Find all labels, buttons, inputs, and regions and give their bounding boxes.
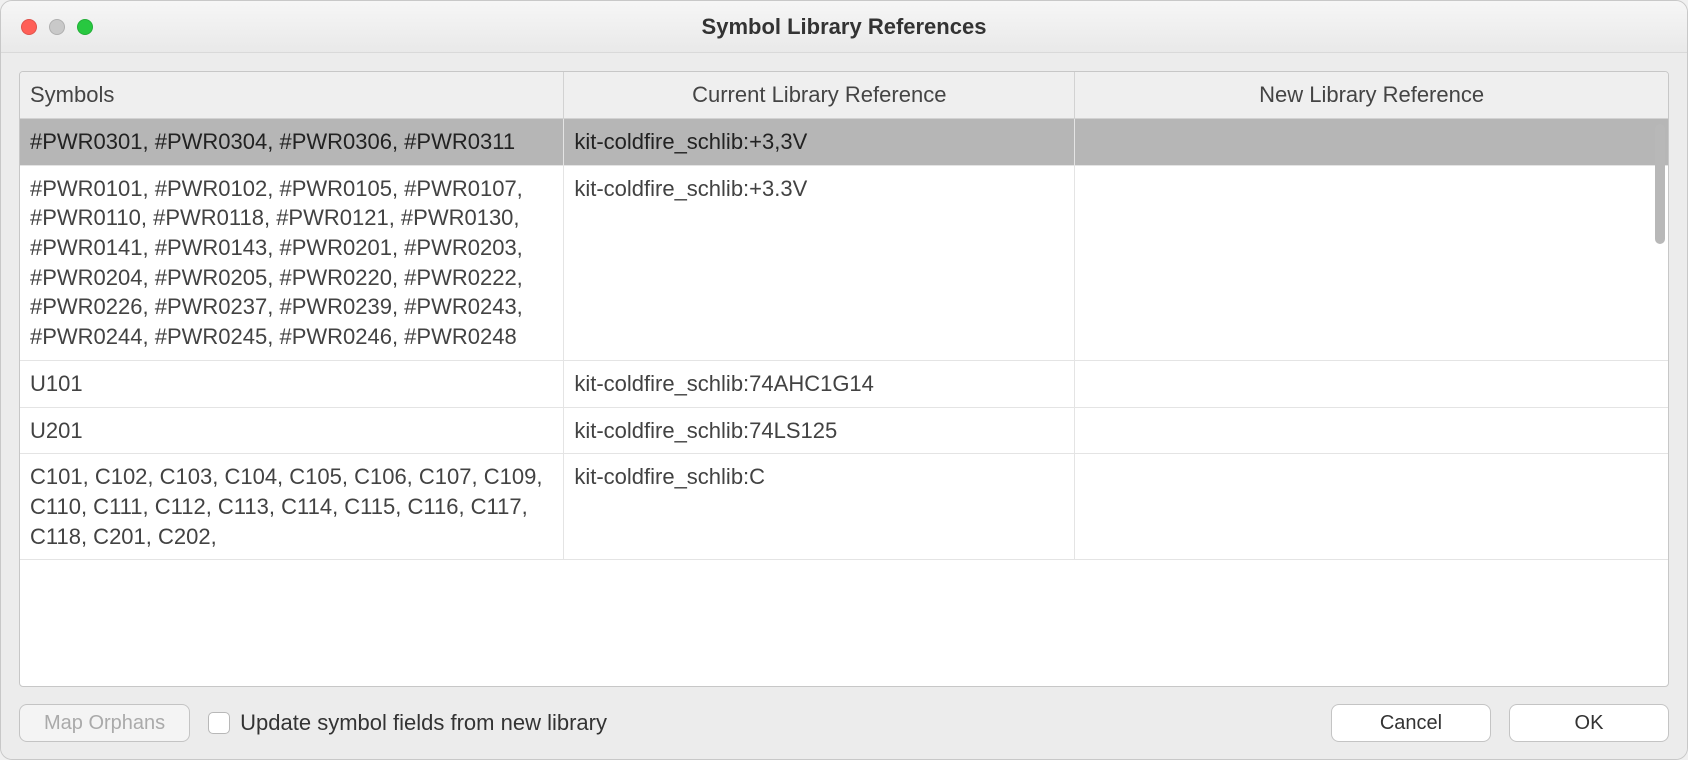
table-row[interactable]: #PWR0301, #PWR0304, #PWR0306, #PWR0311ki… (20, 119, 1668, 165)
cell-new-library[interactable] (1075, 454, 1668, 560)
dialog-footer: Map Orphans Update symbol fields from ne… (1, 687, 1687, 759)
close-icon[interactable] (21, 19, 37, 35)
checkbox-box-icon[interactable] (208, 712, 230, 734)
cell-symbols[interactable]: C101, C102, C103, C104, C105, C106, C107… (20, 454, 564, 560)
cell-symbols[interactable]: U101 (20, 360, 564, 407)
cell-current-library[interactable]: kit-coldfire_schlib:74AHC1G14 (564, 360, 1075, 407)
cell-symbols[interactable]: U201 (20, 407, 564, 454)
scrollbar-thumb[interactable] (1655, 124, 1665, 244)
cell-new-library[interactable] (1075, 360, 1668, 407)
header-current-library[interactable]: Current Library Reference (564, 72, 1075, 119)
update-fields-label: Update symbol fields from new library (240, 710, 607, 736)
table-body-scroll[interactable]: #PWR0301, #PWR0304, #PWR0306, #PWR0311ki… (20, 119, 1668, 686)
cell-current-library[interactable]: kit-coldfire_schlib:+3.3V (564, 165, 1075, 360)
table-row[interactable]: U101kit-coldfire_schlib:74AHC1G14 (20, 360, 1668, 407)
cell-symbols[interactable]: #PWR0301, #PWR0304, #PWR0306, #PWR0311 (20, 119, 564, 165)
table-row[interactable]: C101, C102, C103, C104, C105, C106, C107… (20, 454, 1668, 560)
cell-new-library[interactable] (1075, 407, 1668, 454)
header-new-library[interactable]: New Library Reference (1075, 72, 1668, 119)
cell-current-library[interactable]: kit-coldfire_schlib:74LS125 (564, 407, 1075, 454)
cell-new-library[interactable] (1075, 119, 1668, 165)
table-row[interactable]: #PWR0101, #PWR0102, #PWR0105, #PWR0107, … (20, 165, 1668, 360)
cancel-button[interactable]: Cancel (1331, 704, 1491, 742)
window-controls (21, 19, 93, 35)
content-area: Symbols Current Library Reference New Li… (1, 53, 1687, 687)
cell-new-library[interactable] (1075, 165, 1668, 360)
table-header-row: Symbols Current Library Reference New Li… (20, 72, 1668, 119)
ok-button[interactable]: OK (1509, 704, 1669, 742)
titlebar: Symbol Library References (1, 1, 1687, 53)
cell-current-library[interactable]: kit-coldfire_schlib:C (564, 454, 1075, 560)
symbol-table: Symbols Current Library Reference New Li… (19, 71, 1669, 687)
window-title: Symbol Library References (1, 14, 1687, 40)
cell-symbols[interactable]: #PWR0101, #PWR0102, #PWR0105, #PWR0107, … (20, 165, 564, 360)
update-fields-checkbox[interactable]: Update symbol fields from new library (208, 710, 607, 736)
header-symbols[interactable]: Symbols (20, 72, 564, 119)
cell-current-library[interactable]: kit-coldfire_schlib:+3,3V (564, 119, 1075, 165)
maximize-icon[interactable] (77, 19, 93, 35)
minimize-icon[interactable] (49, 19, 65, 35)
map-orphans-button[interactable]: Map Orphans (19, 704, 190, 742)
dialog-window: Symbol Library References Symbols Curren… (0, 0, 1688, 760)
table-row[interactable]: U201kit-coldfire_schlib:74LS125 (20, 407, 1668, 454)
